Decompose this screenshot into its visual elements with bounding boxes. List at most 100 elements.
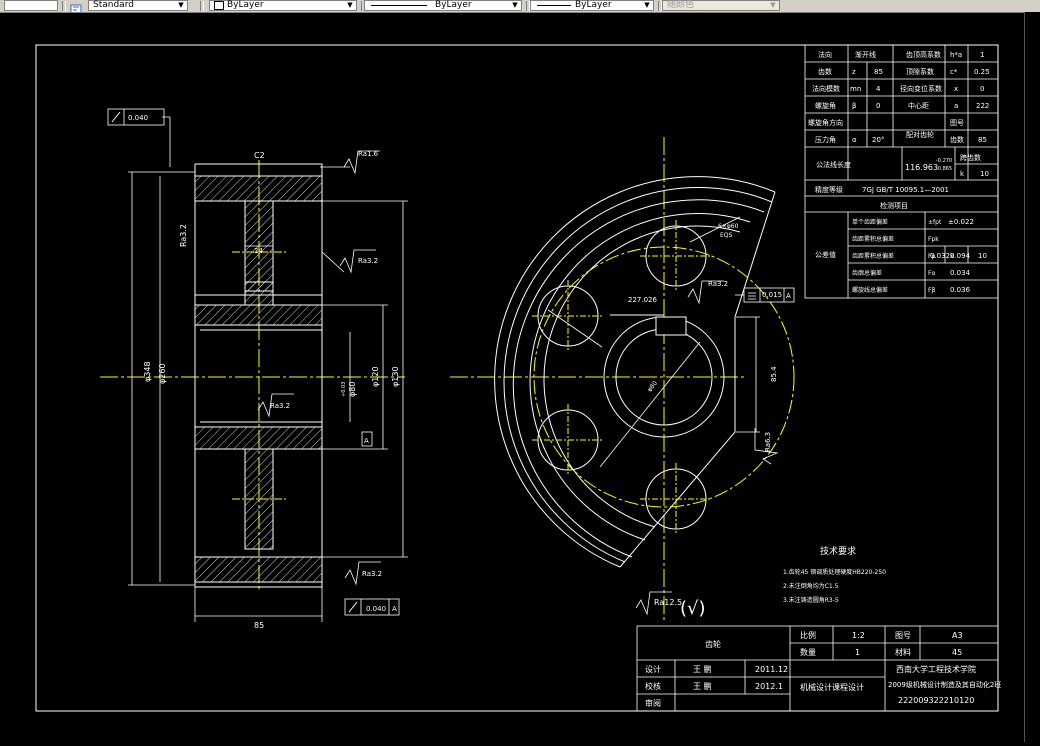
svg-text:85: 85 [978,136,987,144]
right-edge-bar [1024,12,1040,742]
chevron-down-icon: ▼ [347,1,353,9]
dim-bottom: 85 [254,621,264,630]
svg-text:材料: 材料 [895,647,911,657]
hub-bottom-hatch [194,426,323,450]
svg-text:c*: c* [950,68,958,76]
linetype-sample [371,5,427,6]
svg-text:精度等级: 精度等级 [815,185,843,194]
svg-text:齿数: 齿数 [818,67,832,76]
dim-root: φ260 [158,363,167,384]
svg-text:-0.270: -0.270 [936,158,952,164]
svg-text:1: 1 [855,648,860,657]
ra-key: Ra6.3 [764,432,772,452]
toolbar-separator [62,1,66,11]
svg-text:数量: 数量 [800,647,816,657]
chevron-down-icon: ▼ [644,1,650,9]
svg-text:1: 1 [980,51,984,59]
hole-note2: EQS [720,232,733,239]
svg-text:h*a: h*a [950,51,962,59]
svg-text:Fβ: Fβ [928,287,935,294]
plot-style-value: 随颜色 [667,0,695,10]
linetype-dropdown[interactable]: ByLayer ▼ [364,0,522,11]
tech-req-3: 3.未注铸造圆角R3-5 [783,596,839,604]
svg-text:齿顶高系数: 齿顶高系数 [906,50,941,59]
svg-text:Fα: Fα [928,270,935,277]
chevron-down-icon: ▼ [512,1,518,9]
section-view: φ348 φ260 φ80 +0.03 φ120 φ130 Ra3.2 C2 8… [100,108,408,630]
svg-text:7GJ GB/T 10095.1—2001: 7GJ GB/T 10095.1—2001 [862,186,949,194]
svg-text:单个齿距偏差: 单个齿距偏差 [852,218,888,226]
svg-text:±fpt: ±fpt [928,219,942,226]
svg-text:公法线长度: 公法线长度 [816,160,851,169]
svg-text:β: β [852,102,856,110]
svg-text:机械设计课程设计: 机械设计课程设计 [800,682,864,692]
svg-text:A3: A3 [952,631,963,640]
dim-top-label: C2 [254,151,265,160]
color-swatch-icon [214,1,224,10]
ra-top: Ra1.6 [358,150,379,158]
lineweight-dropdown[interactable]: ByLayer ▼ [530,0,654,11]
tol-sym: 0.015 [762,291,782,299]
svg-text:压力角: 压力角 [815,135,836,144]
toolbar-separator [200,1,204,11]
svg-text:Fpk: Fpk [928,236,939,243]
dim-bore3: φ130 [391,366,400,387]
datum: A [364,437,369,445]
svg-text:跨齿数: 跨齿数 [960,153,981,162]
svg-text:王 鹏: 王 鹏 [693,681,712,691]
ra-face: Ra3.2 [708,280,728,288]
svg-text:比例: 比例 [800,630,816,640]
svg-text:0.036: 0.036 [950,286,971,294]
svg-text:10: 10 [980,170,989,178]
svg-text:85: 85 [874,68,883,76]
svg-text:0.034: 0.034 [950,269,971,277]
svg-text:4: 4 [876,85,881,93]
text-style-dropdown[interactable]: Standard ▼ [88,0,188,11]
svg-text:齿距累积总偏差: 齿距累积总偏差 [852,235,894,243]
plot-style-dropdown[interactable]: 随颜色 ▼ [662,0,780,11]
dim-bore2: φ120 [371,366,380,387]
svg-text:渐开线: 渐开线 [855,50,876,59]
svg-text:116.963: 116.963 [905,163,938,172]
svg-text:法向模数: 法向模数 [812,84,840,93]
svg-text:222: 222 [976,102,989,110]
svg-text:配对齿轮: 配对齿轮 [906,130,934,139]
svg-text:图号: 图号 [950,119,964,127]
dim-bore1: φ80 [348,382,357,397]
svg-text:螺旋线总偏差: 螺旋线总偏差 [852,286,888,294]
dim-outer: φ348 [143,361,152,382]
cad-drawing: φ348 φ260 φ80 +0.03 φ120 φ130 Ra3.2 C2 8… [35,44,1001,712]
chevron-down-icon: ▼ [770,1,776,9]
dim-bore-front: φ80 [646,380,659,394]
linetype-value: ByLayer [435,0,472,10]
ra-bottom: Ra3.2 [362,570,382,578]
dim-hub: 24 [254,247,263,255]
tol-bottom: 0.040 [366,605,386,613]
svg-text:222009322210120: 222009322210120 [898,696,974,705]
svg-text:0: 0 [876,102,880,110]
gear-table-text: 法向 渐开线 齿顶高系数 h*a 1 齿数 z 85 顶隙系数 c* 0.25 … [808,50,990,294]
toolbar-left-combo[interactable] [4,0,58,11]
drawing-border [35,44,999,712]
text-style-icon[interactable] [70,0,82,12]
drawing-canvas[interactable]: φ348 φ260 φ80 +0.03 φ120 φ130 Ra3.2 C2 8… [0,12,1040,742]
lineweight-sample [537,5,571,6]
svg-text:±0.022: ±0.022 [948,218,974,226]
tol-sym-datum: A [786,292,791,300]
svg-text:校核: 校核 [645,681,661,691]
svg-text:-0.865: -0.865 [936,166,952,172]
svg-text:法向: 法向 [818,50,832,59]
title-block-text: 齿轮 比例 1:2 图号 A3 数量 1 材料 45 设计 王 鹏 2011.1… [645,630,1001,708]
chevron-down-icon: ▼ [178,1,184,9]
hole-note1: 6×φ60 [718,223,739,230]
svg-text:k: k [960,170,965,178]
svg-text:45: 45 [952,648,962,657]
svg-text:Fp: Fp [928,253,935,260]
dim-key: 85.4 [770,366,778,382]
ra-general: Ra12.5 [654,598,682,607]
hub-top-hatch [194,304,323,326]
color-value: ByLayer [227,0,264,10]
svg-text:mn: mn [850,85,861,93]
color-dropdown[interactable]: ByLayer ▼ [209,0,357,11]
front-view: 6×φ60 EQS 227.026 φ80 Ra3.2 0.015 A 85.4… [450,137,795,622]
